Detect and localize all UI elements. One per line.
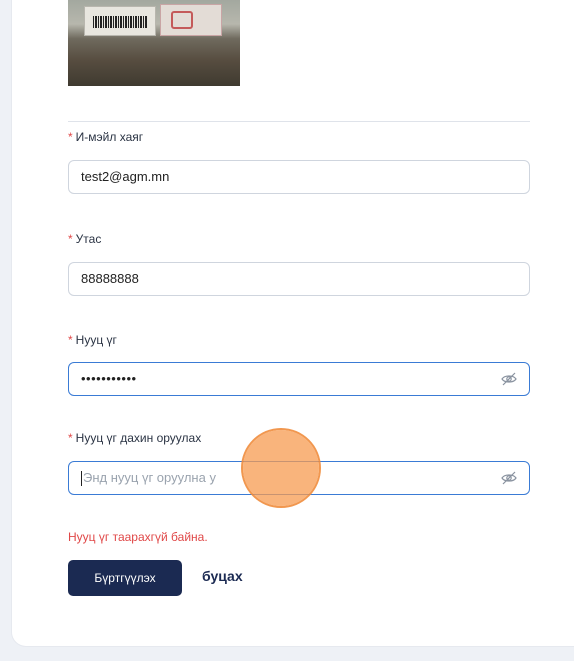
click-indicator bbox=[243, 430, 319, 506]
required-mark: * bbox=[68, 431, 73, 445]
password-label-text: Нууц үг bbox=[75, 333, 117, 347]
email-label: * И-мэйл хаяг bbox=[68, 130, 143, 144]
required-mark: * bbox=[68, 333, 73, 347]
registration-card bbox=[12, 0, 574, 646]
password-confirm-placeholder: Энд нууц үг оруулна у bbox=[83, 470, 216, 485]
eye-slash-icon[interactable] bbox=[501, 372, 517, 386]
barcode bbox=[93, 16, 147, 28]
required-mark: * bbox=[68, 232, 73, 246]
barcode-label bbox=[84, 6, 156, 36]
sticker bbox=[160, 4, 222, 36]
register-button[interactable]: Бүртгүүлэх bbox=[68, 560, 182, 596]
text-caret bbox=[81, 471, 82, 487]
email-label-text: И-мэйл хаяг bbox=[75, 130, 144, 144]
phone-label: * Утас bbox=[68, 232, 101, 246]
phone-field[interactable]: 88888888 bbox=[68, 262, 530, 296]
phone-label-text: Утас bbox=[75, 232, 102, 246]
back-link[interactable]: буцах bbox=[202, 568, 243, 584]
password-label: * Нууц үг bbox=[68, 333, 117, 347]
error-message: Нууц үг таарахгүй байна. bbox=[68, 530, 208, 544]
password-field[interactable]: ••••••••••• bbox=[68, 362, 530, 396]
email-value: test2@agm.mn bbox=[81, 169, 170, 184]
required-mark: * bbox=[68, 130, 73, 144]
email-field[interactable]: test2@agm.mn bbox=[68, 160, 530, 194]
uploaded-document-image bbox=[68, 0, 240, 86]
password-confirm-label-text: Нууц үг дахин оруулах bbox=[75, 431, 202, 445]
phone-value: 88888888 bbox=[81, 271, 139, 286]
password-confirm-label: * Нууц үг дахин оруулах bbox=[68, 431, 201, 445]
password-value: ••••••••••• bbox=[81, 371, 137, 386]
divider bbox=[68, 121, 530, 122]
eye-slash-icon[interactable] bbox=[501, 471, 517, 485]
